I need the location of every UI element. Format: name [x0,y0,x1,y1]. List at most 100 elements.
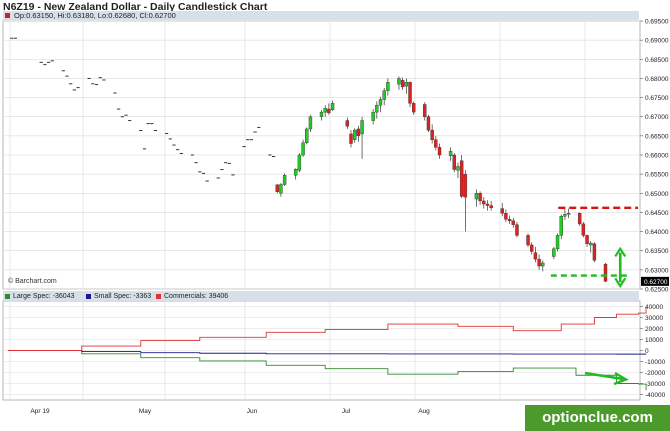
price-tick-label: 0.69000 [645,38,669,45]
x-tick-label: Apr 19 [30,408,50,415]
candle-body [430,129,434,140]
candle-body [559,216,563,236]
candle-body [330,103,335,111]
cot-tick-label: 30000 [645,315,663,322]
candle-body [308,116,313,130]
price-tick-label: 0.63000 [645,267,669,274]
candle-body [412,103,416,113]
candle-body [533,252,538,260]
large-spec-legend: Large Spec: -36043 [13,293,75,300]
candle-body [504,212,508,220]
candle-body [515,224,519,236]
candle-body [434,139,438,148]
candle-body [327,108,331,114]
price-tick-label: 0.63500 [645,248,669,255]
watermark-logo: optionclue.com [525,405,670,431]
candle-body [400,80,405,88]
chart-canvas: 0.69500 0.69000 0.68500 0.68000 0.67500 0.670… [2,19,669,415]
price-tick-label: 0.67500 [645,95,669,102]
price-tick-label: 0.69500 [645,19,669,26]
candle-body [319,111,324,117]
candle-body [552,248,556,257]
candle-body [485,203,490,206]
candle-body [507,219,512,222]
price-tick-label: 0.64000 [645,229,669,236]
candle-body [500,208,504,214]
candle-body [489,205,493,209]
candle-body [511,220,515,225]
price-tick-label: 0.65000 [645,191,669,198]
cot-tick-label: 20000 [645,326,663,333]
cot-tick-label: 10000 [645,337,663,344]
candle-body [397,78,401,85]
commercials-swatch [156,294,161,299]
candle-body [474,193,479,200]
candle-body [541,262,545,267]
price-tick-label: 0.66000 [645,153,669,160]
candle-body [375,105,379,113]
price-tick-label: 0.67000 [645,114,669,121]
x-tick-label: May [139,408,152,415]
price-tick-label: 0.66500 [645,133,669,140]
candle-body [423,104,427,117]
cot-tick-label: -10000 [645,359,666,366]
candle-body [585,235,589,245]
candle-body [589,242,593,246]
small-spec-swatch [86,294,91,299]
x-tick-label: Jul [342,408,351,415]
candle-body [482,200,486,205]
candle-body [282,175,287,185]
cot-tick-label: -30000 [645,381,666,388]
candle-body [577,212,582,225]
candle-body [563,214,567,217]
cot-tick-label: -40000 [645,392,666,399]
candle-body [437,147,442,156]
price-tick-label: 0.64500 [645,210,669,217]
candle-body [592,243,597,261]
candle-body [581,223,586,236]
candle-body [386,82,390,91]
commercials-legend: Commercials: 39406 [164,293,229,300]
price-tick-label: 0.68500 [645,57,669,64]
last-price-label: 0.62700 [644,279,668,286]
candle-body [352,129,357,140]
candle-body [305,128,309,143]
x-tick-label: Aug [418,408,430,415]
candle-body [279,184,283,194]
candle-body [293,168,298,176]
candle-body [530,244,534,252]
candle-body [448,150,453,156]
candle-body [456,166,460,171]
x-tick-label: Jun [247,408,258,415]
candle-body [301,142,305,156]
barchart-credit: © Barchart.com [8,278,57,285]
candle-body [478,193,482,202]
candle-body [378,99,383,106]
candle-body [463,173,468,198]
price-tick-label: 0.68000 [645,76,669,83]
price-tick-label: 0.65500 [645,172,669,179]
candle-body [349,133,353,144]
candle-body [452,154,456,170]
candle-body [356,128,361,137]
large-spec-swatch [5,294,10,299]
candle-body [297,154,302,171]
candle-body [426,116,431,131]
candle-body [526,235,530,246]
candle-body [404,82,409,87]
price-tick-label: 0.62500 [645,287,669,294]
candle-body [323,108,327,113]
candle-body [360,120,364,135]
cot-tick-label: 40000 [645,304,663,311]
candle-body [603,263,608,282]
candle-body [371,111,375,121]
candle-body [345,120,350,127]
candle-body [382,90,386,100]
candle-body [275,184,279,192]
small-spec-legend: Small Spec: -3363 [94,293,152,300]
candle-body [459,160,464,197]
cot-tick-label: -20000 [645,370,666,377]
candle-body [555,235,560,249]
candle-body [408,82,412,104]
candle-body [566,212,571,215]
